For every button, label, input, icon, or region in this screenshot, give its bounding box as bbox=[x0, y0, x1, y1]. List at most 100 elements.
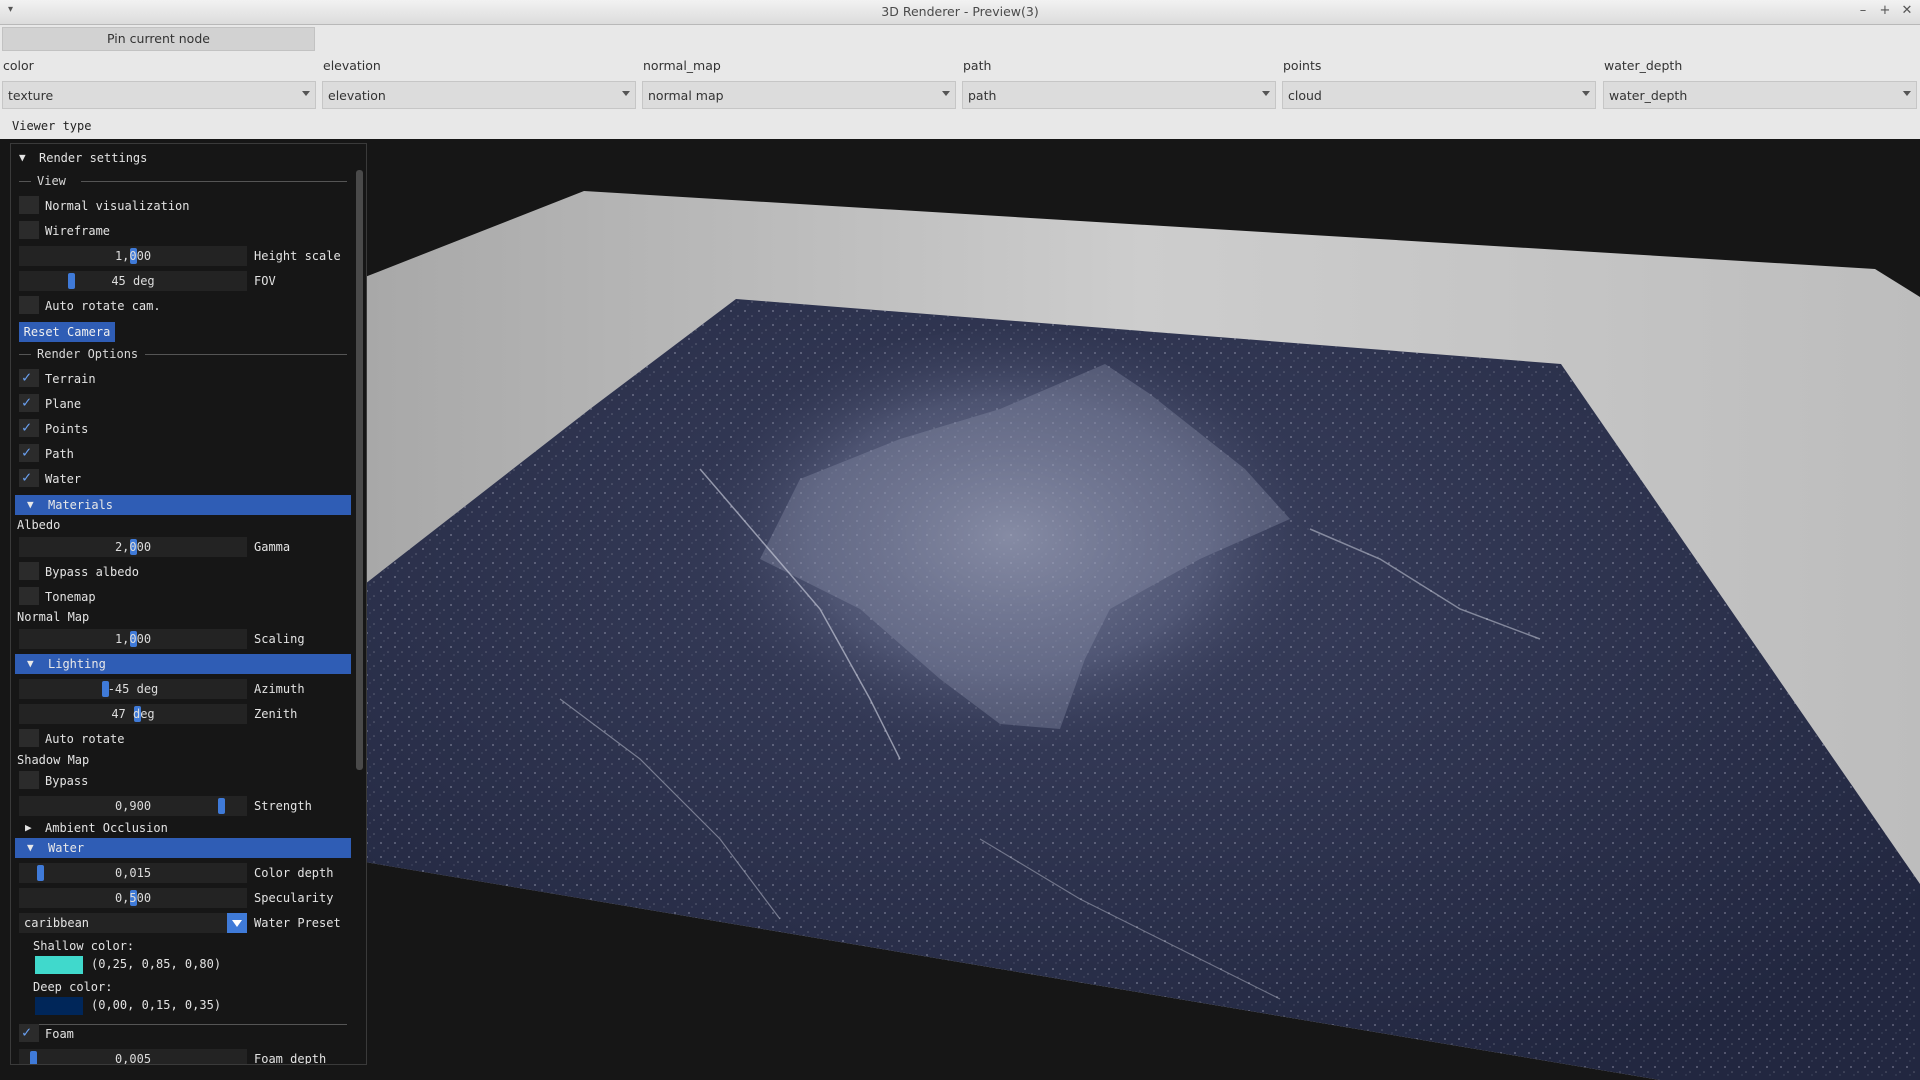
minimize-button[interactable]: – bbox=[1856, 2, 1870, 20]
foam-depth-row: 0,005 Foam depth bbox=[11, 1049, 351, 1065]
foam-depth-slider[interactable]: 0,005 bbox=[19, 1049, 247, 1065]
tonemap-checkbox[interactable] bbox=[19, 587, 39, 605]
fov-slider[interactable]: 45 deg bbox=[19, 271, 247, 291]
option-row-terrain: ✓ Terrain bbox=[11, 368, 351, 391]
bypass-row: Bypass bbox=[11, 771, 351, 793]
combo-value: water_depth bbox=[1609, 88, 1688, 103]
normal-map-label: Normal Map bbox=[17, 610, 90, 624]
fov-row: 45 deg FOV bbox=[11, 271, 351, 293]
combo-value: normal map bbox=[648, 88, 724, 103]
chevron-down-icon bbox=[232, 920, 242, 927]
combo-value: texture bbox=[8, 88, 54, 103]
water-preset-row: caribbean Water Preset bbox=[11, 913, 351, 935]
specularity-row: 0,500 Specularity bbox=[11, 888, 351, 910]
normal-map-combo-block: normal_map normal map bbox=[642, 57, 956, 109]
chevron-down-icon bbox=[1582, 91, 1590, 96]
lighting-header[interactable]: ▼ Lighting bbox=[15, 654, 351, 674]
checkbox-label: Auto rotate cam. bbox=[45, 299, 161, 313]
combo-label: normal_map bbox=[643, 58, 721, 73]
bypass-checkbox[interactable] bbox=[19, 771, 39, 789]
slider-label: Zenith bbox=[254, 707, 298, 721]
maximize-button[interactable]: + bbox=[1878, 2, 1892, 20]
strength-slider[interactable]: 0,900 bbox=[19, 796, 247, 816]
chevron-down-icon bbox=[302, 91, 310, 96]
window-title: 3D Renderer - Preview(3) bbox=[881, 4, 1039, 19]
option-row-points: ✓ Points bbox=[11, 418, 351, 441]
slider-value: 0,005 bbox=[114, 1052, 152, 1065]
normal-map-combo[interactable]: normal map bbox=[642, 81, 956, 109]
auto-rotate-checkbox[interactable] bbox=[19, 729, 39, 747]
checkbox-label: Water bbox=[45, 472, 82, 486]
collapse-triangle-icon: ▼ bbox=[19, 151, 26, 164]
materials-header[interactable]: ▼ Materials bbox=[15, 495, 351, 515]
water-checkbox[interactable]: ✓ bbox=[19, 468, 39, 487]
checkbox-label: Path bbox=[45, 447, 74, 461]
azimuth-slider[interactable]: -45 deg bbox=[19, 679, 247, 699]
check-icon: ✓ bbox=[22, 468, 32, 486]
view-separator: View bbox=[19, 173, 347, 189]
viewer-type-label: Viewer type bbox=[12, 119, 92, 133]
color-depth-slider[interactable]: 0,015 bbox=[19, 863, 247, 883]
points-combo-block: points cloud bbox=[1282, 57, 1596, 109]
gamma-row: 2,000 Gamma bbox=[11, 537, 351, 559]
water-depth-combo[interactable]: water_depth bbox=[1603, 81, 1917, 109]
pin-current-node-button[interactable]: Pin current node bbox=[2, 27, 315, 51]
slider-value: 47 deg bbox=[111, 707, 155, 721]
slider-value: 2,000 bbox=[114, 540, 152, 554]
plane-checkbox[interactable]: ✓ bbox=[19, 393, 39, 412]
elevation-combo-block: elevation elevation bbox=[322, 57, 636, 109]
bypass-albedo-checkbox[interactable] bbox=[19, 562, 39, 580]
expand-triangle-icon: ▶ bbox=[25, 821, 32, 834]
shallow-color-label: Shallow color: bbox=[33, 939, 135, 953]
slider-label: Foam depth bbox=[254, 1052, 327, 1065]
auto-rotate-cam-checkbox[interactable] bbox=[19, 296, 39, 314]
strength-row: 0,900 Strength bbox=[11, 796, 351, 818]
deep-color-value: (0,00, 0,15, 0,35) bbox=[91, 998, 222, 1012]
render-settings-header[interactable]: ▼ Render settings bbox=[11, 148, 351, 170]
color-depth-row: 0,015 Color depth bbox=[11, 863, 351, 885]
height-scale-slider[interactable]: 1,000 bbox=[19, 246, 247, 266]
checkbox-label: Normal visualization bbox=[45, 199, 190, 213]
separator-label: View bbox=[37, 174, 66, 188]
combo-label: points bbox=[1283, 58, 1322, 73]
dropdown-button[interactable] bbox=[227, 913, 247, 933]
slider-value: 0,500 bbox=[114, 891, 152, 905]
slider-value: -45 deg bbox=[107, 682, 159, 696]
points-combo[interactable]: cloud bbox=[1282, 81, 1596, 109]
foam-checkbox[interactable]: ✓ bbox=[19, 1023, 39, 1042]
window-titlebar: ▾ 3D Renderer - Preview(3) – + ✕ bbox=[0, 0, 1920, 25]
bypass-albedo-row: Bypass albedo bbox=[11, 562, 351, 584]
reset-camera-button[interactable]: Reset Camera bbox=[19, 322, 115, 342]
collapse-triangle-icon: ▼ bbox=[27, 841, 34, 854]
wireframe-checkbox[interactable] bbox=[19, 221, 39, 239]
path-combo[interactable]: path bbox=[962, 81, 1276, 109]
water-preset-dropdown[interactable]: caribbean bbox=[19, 913, 247, 933]
chevron-down-icon bbox=[1903, 91, 1911, 96]
checkbox-label: Tonemap bbox=[45, 590, 96, 604]
water-header[interactable]: ▼ Water bbox=[15, 838, 351, 858]
close-button[interactable]: ✕ bbox=[1900, 2, 1914, 20]
combo-value: elevation bbox=[328, 88, 386, 103]
specularity-slider[interactable]: 0,500 bbox=[19, 888, 247, 908]
option-row-path: ✓ Path bbox=[11, 443, 351, 466]
path-checkbox[interactable]: ✓ bbox=[19, 443, 39, 462]
wireframe-row: Wireframe bbox=[11, 221, 351, 243]
azimuth-row: -45 deg Azimuth bbox=[11, 679, 351, 701]
points-checkbox[interactable]: ✓ bbox=[19, 418, 39, 437]
elevation-combo[interactable]: elevation bbox=[322, 81, 636, 109]
shallow-color-swatch[interactable] bbox=[35, 956, 83, 974]
slider-value: 45 deg bbox=[111, 274, 155, 288]
ambient-occlusion-header[interactable]: ▶ Ambient Occlusion bbox=[11, 818, 351, 840]
terrain-checkbox[interactable]: ✓ bbox=[19, 368, 39, 387]
collapse-triangle-icon: ▼ bbox=[27, 498, 34, 511]
deep-color-swatch[interactable] bbox=[35, 997, 83, 1015]
gamma-slider[interactable]: 2,000 bbox=[19, 537, 247, 557]
scaling-slider[interactable]: 1,000 bbox=[19, 629, 247, 649]
color-combo[interactable]: texture bbox=[2, 81, 316, 109]
checkbox-label: Plane bbox=[45, 397, 82, 411]
panel-scrollbar[interactable] bbox=[356, 170, 363, 770]
normal-vis-checkbox[interactable] bbox=[19, 196, 39, 214]
zenith-slider[interactable]: 47 deg bbox=[19, 704, 247, 724]
check-icon: ✓ bbox=[22, 418, 32, 436]
option-row-water: ✓ Water bbox=[11, 468, 351, 491]
